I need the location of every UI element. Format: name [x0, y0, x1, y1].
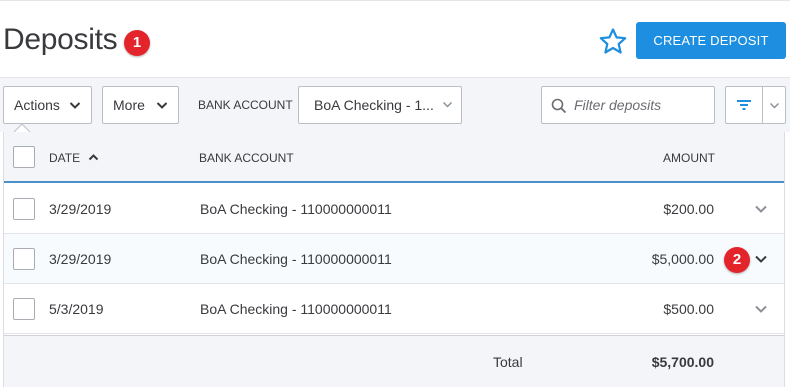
search-icon	[551, 98, 567, 114]
actions-dropdown[interactable]: Actions	[3, 86, 92, 124]
row-checkbox[interactable]	[13, 248, 35, 270]
chevron-down-icon[interactable]	[754, 304, 768, 314]
row-bank-account: BoA Checking - 110000000011	[200, 201, 392, 217]
filter-button[interactable]	[725, 86, 763, 124]
sort-ascending-icon[interactable]	[88, 153, 99, 161]
deposits-table: DATE BANK ACCOUNT AMOUNT 3/29/2019 BoA C…	[3, 132, 785, 387]
annotation-badge-2: 2	[724, 247, 750, 273]
actions-label: Actions	[14, 97, 60, 113]
page-title: Deposits	[3, 23, 118, 56]
select-all-checkbox[interactable]	[13, 146, 35, 168]
filter-options-dropdown[interactable]	[762, 86, 786, 124]
bank-account-select[interactable]: BoA Checking - 1...	[298, 86, 462, 124]
row-date: 3/29/2019	[49, 201, 112, 217]
bank-account-filter-label: BANK ACCOUNT	[198, 98, 293, 112]
create-deposit-button[interactable]: CREATE DEPOSIT	[636, 22, 786, 59]
chevron-down-icon	[69, 102, 81, 109]
chevron-down-icon[interactable]	[754, 204, 768, 214]
column-header-amount: AMOUNT	[663, 151, 715, 165]
chevron-down-icon	[156, 102, 168, 109]
annotation-badge-1: 1	[124, 30, 150, 56]
more-dropdown[interactable]: More	[102, 86, 179, 124]
more-label: More	[113, 97, 145, 113]
row-date: 5/3/2019	[49, 301, 104, 317]
table-header: DATE BANK ACCOUNT AMOUNT	[4, 132, 784, 183]
table-footer: Total $5,700.00	[4, 335, 784, 387]
column-header-bank-account: BANK ACCOUNT	[199, 151, 294, 165]
row-date: 3/29/2019	[49, 251, 112, 267]
filter-deposits-search	[541, 86, 715, 124]
row-checkbox[interactable]	[13, 198, 35, 220]
search-input[interactable]	[574, 88, 710, 122]
bank-account-select-value: BoA Checking - 1...	[314, 97, 434, 113]
row-bank-account: BoA Checking - 110000000011	[200, 301, 392, 317]
table-row[interactable]: 3/29/2019 BoA Checking - 110000000011 $5…	[4, 234, 784, 284]
filter-icon	[737, 100, 751, 110]
row-checkbox[interactable]	[13, 298, 35, 320]
table-row[interactable]: 5/3/2019 BoA Checking - 110000000011 $50…	[4, 284, 784, 334]
chevron-down-icon	[442, 101, 453, 108]
row-amount: $500.00	[663, 301, 714, 317]
column-header-date[interactable]: DATE	[49, 151, 80, 165]
chevron-down-icon[interactable]	[754, 254, 768, 264]
row-amount: $200.00	[663, 201, 714, 217]
toolbar: Actions More BANK ACCOUNT BoA Checking -…	[0, 77, 790, 132]
row-bank-account: BoA Checking - 110000000011	[200, 251, 392, 267]
total-label: Total	[493, 354, 523, 370]
chevron-down-icon	[769, 102, 780, 109]
row-amount: $5,000.00	[651, 251, 714, 267]
table-row[interactable]: 3/29/2019 BoA Checking - 110000000011 $2…	[4, 184, 784, 234]
page-header: Deposits 1 CREATE DEPOSIT	[0, 0, 790, 77]
star-outline-icon[interactable]	[598, 27, 628, 55]
total-amount: $5,700.00	[651, 354, 714, 370]
dropdown-pointer-icon	[14, 123, 30, 132]
